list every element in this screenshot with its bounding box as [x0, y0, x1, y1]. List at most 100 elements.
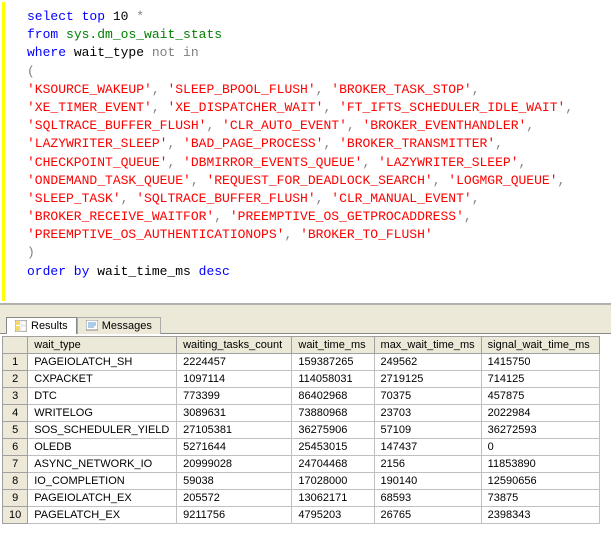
cell-waiting_tasks_count[interactable]: 59038 [177, 472, 292, 489]
cell-wait_type[interactable]: DTC [28, 387, 177, 404]
cell-wait_time_ms[interactable]: 13062171 [292, 489, 374, 506]
cell-wait_time_ms[interactable]: 86402968 [292, 387, 374, 404]
token-str: 'XE_TIMER_EVENT' [27, 100, 152, 115]
row-number[interactable]: 6 [3, 438, 28, 455]
tab-messages[interactable]: Messages [77, 317, 161, 334]
col-header[interactable]: waiting_tasks_count [177, 336, 292, 353]
cell-max_wait_time_ms[interactable]: 68593 [374, 489, 481, 506]
table-row[interactable]: 8IO_COMPLETION59038170280001901401259065… [3, 472, 600, 489]
token-op: * [136, 9, 144, 24]
table-row[interactable]: 5SOS_SCHEDULER_YIELD27105381362759065710… [3, 421, 600, 438]
cell-wait_time_ms[interactable]: 17028000 [292, 472, 374, 489]
row-number[interactable]: 10 [3, 506, 28, 523]
cell-signal_wait_time_ms[interactable]: 2022984 [481, 404, 599, 421]
cell-waiting_tasks_count[interactable]: 773399 [177, 387, 292, 404]
table-row[interactable]: 2CXPACKET10971141140580312719125714125 [3, 370, 600, 387]
cell-waiting_tasks_count[interactable]: 1097114 [177, 370, 292, 387]
token-kw: top [82, 9, 105, 24]
token-op: , [526, 118, 534, 133]
cell-waiting_tasks_count[interactable]: 205572 [177, 489, 292, 506]
cell-signal_wait_time_ms[interactable]: 36272593 [481, 421, 599, 438]
table-row[interactable]: 7ASYNC_NETWORK_IO20999028247044682156118… [3, 455, 600, 472]
cell-waiting_tasks_count[interactable]: 27105381 [177, 421, 292, 438]
table-row[interactable]: 6OLEDB5271644254530151474370 [3, 438, 600, 455]
tab-label: Messages [102, 320, 152, 332]
table-row[interactable]: 1PAGEIOLATCH_SH2224457159387265249562141… [3, 353, 600, 370]
table-row[interactable]: 3DTC7733998640296870375457875 [3, 387, 600, 404]
col-header[interactable]: max_wait_time_ms [374, 336, 481, 353]
cell-max_wait_time_ms[interactable]: 2156 [374, 455, 481, 472]
token-op: , [214, 209, 230, 224]
cell-waiting_tasks_count[interactable]: 20999028 [177, 455, 292, 472]
col-header[interactable]: wait_type [28, 336, 177, 353]
token-op: , [316, 82, 332, 97]
cell-max_wait_time_ms[interactable]: 23703 [374, 404, 481, 421]
row-number[interactable]: 8 [3, 472, 28, 489]
cell-wait_type[interactable]: OLEDB [28, 438, 177, 455]
cell-signal_wait_time_ms[interactable]: 0 [481, 438, 599, 455]
cell-wait_type[interactable]: WRITELOG [28, 404, 177, 421]
code-line: 'XE_TIMER_EVENT', 'XE_DISPATCHER_WAIT', … [27, 99, 599, 117]
table-row[interactable]: 9PAGEIOLATCH_EX205572130621716859373875 [3, 489, 600, 506]
cell-waiting_tasks_count[interactable]: 5271644 [177, 438, 292, 455]
cell-waiting_tasks_count[interactable]: 3089631 [177, 404, 292, 421]
cell-wait_time_ms[interactable]: 73880968 [292, 404, 374, 421]
row-number[interactable]: 4 [3, 404, 28, 421]
cell-signal_wait_time_ms[interactable]: 12590656 [481, 472, 599, 489]
sql-editor[interactable]: select top 10 *from sys.dm_os_wait_stats… [2, 2, 609, 301]
code-line: 'ONDEMAND_TASK_QUEUE', 'REQUEST_FOR_DEAD… [27, 172, 599, 190]
table-row[interactable]: 4WRITELOG308963173880968237032022984 [3, 404, 600, 421]
corner-cell [3, 336, 28, 353]
code-line: 'SQLTRACE_BUFFER_FLUSH', 'CLR_AUTO_EVENT… [27, 117, 599, 135]
code-line: 'CHECKPOINT_QUEUE', 'DBMIRROR_EVENTS_QUE… [27, 154, 599, 172]
cell-wait_type[interactable]: SOS_SCHEDULER_YIELD [28, 421, 177, 438]
cell-wait_time_ms[interactable]: 36275906 [292, 421, 374, 438]
row-number[interactable]: 3 [3, 387, 28, 404]
cell-max_wait_time_ms[interactable]: 190140 [374, 472, 481, 489]
cell-signal_wait_time_ms[interactable]: 714125 [481, 370, 599, 387]
cell-max_wait_time_ms[interactable]: 57109 [374, 421, 481, 438]
cell-max_wait_time_ms[interactable]: 2719125 [374, 370, 481, 387]
cell-wait_time_ms[interactable]: 4795203 [292, 506, 374, 523]
cell-wait_type[interactable]: ASYNC_NETWORK_IO [28, 455, 177, 472]
token-str: 'ONDEMAND_TASK_QUEUE' [27, 173, 191, 188]
cell-signal_wait_time_ms[interactable]: 2398343 [481, 506, 599, 523]
cell-wait_type[interactable]: PAGEIOLATCH_SH [28, 353, 177, 370]
cell-wait_type[interactable]: CXPACKET [28, 370, 177, 387]
cell-wait_time_ms[interactable]: 24704468 [292, 455, 374, 472]
row-number[interactable]: 7 [3, 455, 28, 472]
cell-signal_wait_time_ms[interactable]: 1415750 [481, 353, 599, 370]
row-number[interactable]: 2 [3, 370, 28, 387]
cell-wait_type[interactable]: PAGEIOLATCH_EX [28, 489, 177, 506]
row-number[interactable]: 5 [3, 421, 28, 438]
cell-max_wait_time_ms[interactable]: 26765 [374, 506, 481, 523]
cell-signal_wait_time_ms[interactable]: 457875 [481, 387, 599, 404]
code-line: 'BROKER_RECEIVE_WAITFOR', 'PREEMPTIVE_OS… [27, 208, 599, 226]
cell-max_wait_time_ms[interactable]: 147437 [374, 438, 481, 455]
row-number[interactable]: 1 [3, 353, 28, 370]
table-row[interactable]: 10PAGELATCH_EX92117564795203267652398343 [3, 506, 600, 523]
cell-max_wait_time_ms[interactable]: 249562 [374, 353, 481, 370]
col-header[interactable]: signal_wait_time_ms [481, 336, 599, 353]
token-op: , [472, 191, 480, 206]
token-op: , [565, 100, 573, 115]
cell-max_wait_time_ms[interactable]: 70375 [374, 387, 481, 404]
col-header[interactable]: wait_time_ms [292, 336, 374, 353]
cell-waiting_tasks_count[interactable]: 2224457 [177, 353, 292, 370]
cell-signal_wait_time_ms[interactable]: 11853890 [481, 455, 599, 472]
code-line: ( [27, 63, 599, 81]
results-grid[interactable]: wait_type waiting_tasks_count wait_time_… [2, 336, 600, 524]
cell-wait_time_ms[interactable]: 114058031 [292, 370, 374, 387]
cell-wait_time_ms[interactable]: 25453015 [292, 438, 374, 455]
results-grid-container: wait_type waiting_tasks_count wait_time_… [0, 333, 611, 526]
cell-wait_type[interactable]: PAGELATCH_EX [28, 506, 177, 523]
row-number[interactable]: 9 [3, 489, 28, 506]
cell-signal_wait_time_ms[interactable]: 73875 [481, 489, 599, 506]
tab-results[interactable]: Results [6, 317, 77, 334]
cell-wait_time_ms[interactable]: 159387265 [292, 353, 374, 370]
cell-wait_type[interactable]: IO_COMPLETION [28, 472, 177, 489]
token-op: ( [27, 64, 35, 79]
token-str: 'BROKER_TASK_STOP' [331, 82, 471, 97]
token-plain [58, 27, 66, 42]
cell-waiting_tasks_count[interactable]: 9211756 [177, 506, 292, 523]
